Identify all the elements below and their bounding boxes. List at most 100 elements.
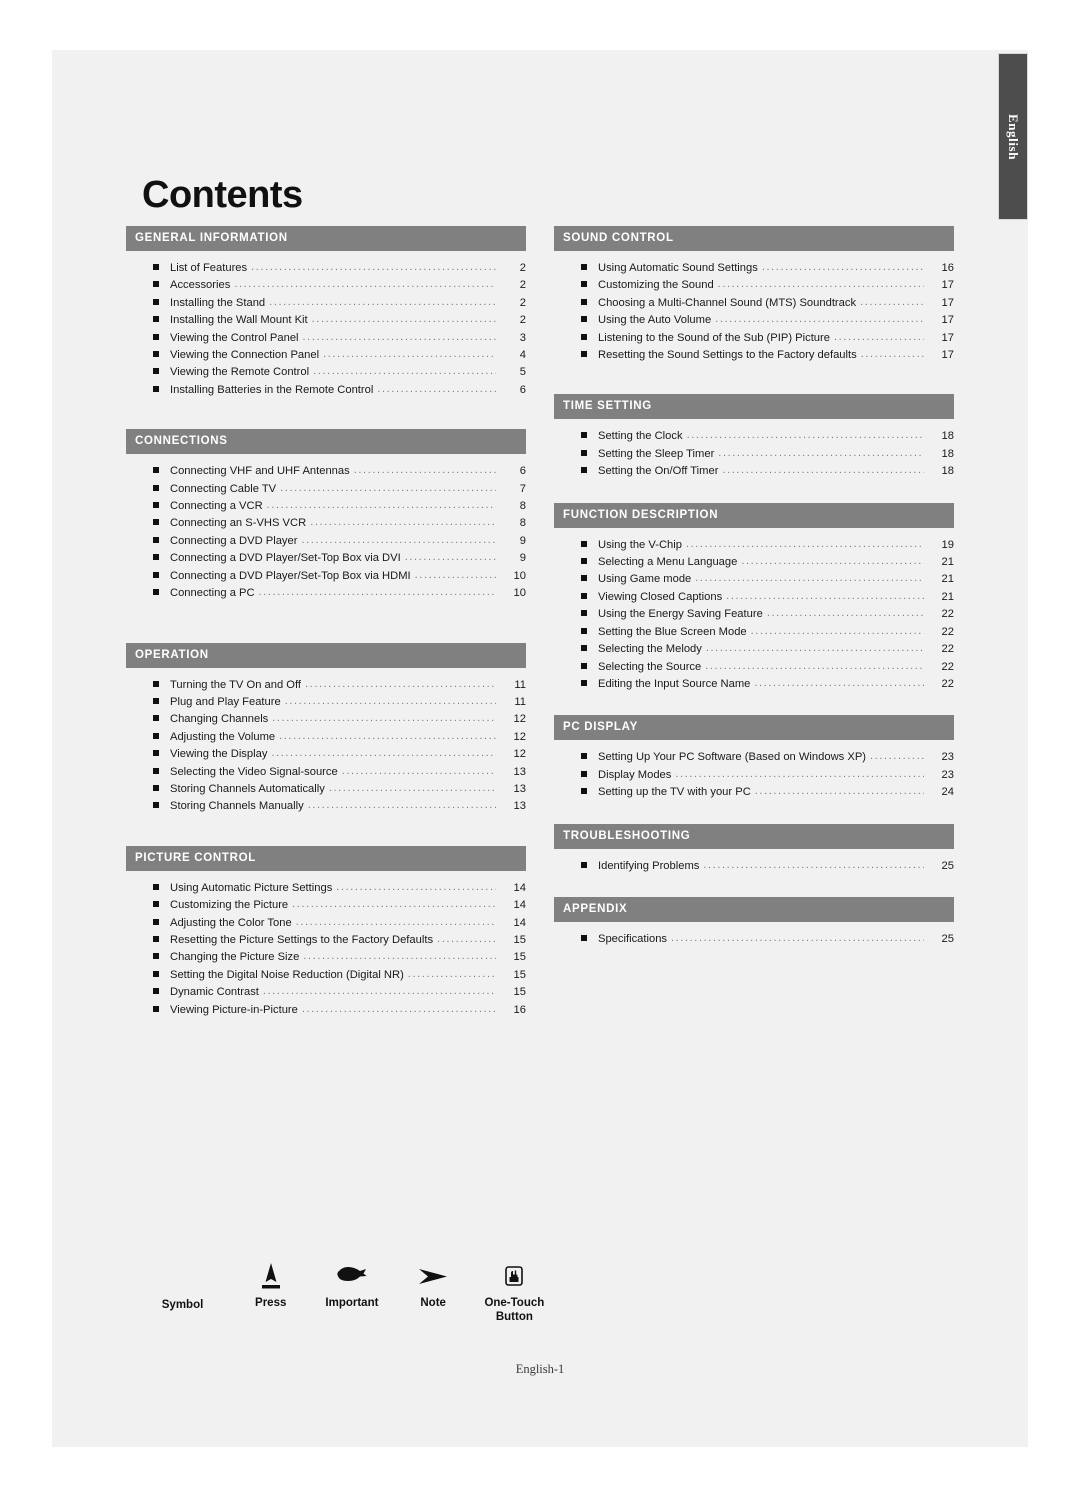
square-bullet-icon [581,627,587,634]
toc-item[interactable]: Selecting the Video Signal-source.......… [126,764,526,781]
toc-section: APPENDIX Specifications..................… [554,896,954,948]
toc-item[interactable]: Specifications..........................… [554,931,954,948]
toc-item[interactable]: Turning the TV On and Off...............… [126,677,526,694]
toc-item-label: Resetting the Picture Settings to the Fa… [170,933,434,946]
toc-item[interactable]: Dynamic Contrast........................… [126,984,526,1001]
toc-item[interactable]: Resetting the Sound Settings to the Fact… [554,347,954,364]
toc-item-page-number: 5 [519,366,526,379]
toc-item[interactable]: Connecting a PC.........................… [126,585,526,602]
toc-item[interactable]: Editing the Input Source Name...........… [554,676,954,693]
toc-item[interactable]: Storing Channels Manually...............… [126,798,526,815]
toc-leader-dots: ........................................… [292,898,496,911]
square-bullet-icon [153,264,159,270]
toc-item-page-number: 16 [513,1003,526,1016]
toc-item[interactable]: Adjusting the Volume....................… [126,729,526,746]
toc-item[interactable]: Setting the Digital Noise Reduction (Dig… [126,967,526,984]
toc-item-page-number: 13 [513,800,526,813]
toc-item[interactable]: Using the V-Chip........................… [554,537,954,554]
toc-item-page-number: 4 [519,349,526,362]
toc-item[interactable]: Adjusting the Color Tone................… [126,915,526,932]
toc-item[interactable]: Selecting a Menu Language...............… [554,554,954,571]
toc-item-list: Identifying Problems....................… [554,849,954,875]
toc-item-page-number: 17 [941,296,954,309]
square-bullet-icon [581,264,587,270]
square-bullet-icon [153,901,159,908]
toc-item[interactable]: Choosing a Multi-Channel Sound (MTS) Sou… [554,295,954,312]
toc-item[interactable]: Viewing Picture-in-Picture..............… [126,1002,526,1019]
toc-item-label: Specifications [598,932,668,945]
toc-item[interactable]: Listening to the Sound of the Sub (PIP) … [554,330,954,347]
toc-item-list: Specifications..........................… [554,922,954,948]
toc-section-header: TIME SETTING [554,394,954,420]
toc-item[interactable]: Plug and Play Feature...................… [126,694,526,711]
toc-item-label: Setting the Sleep Timer [598,447,715,460]
toc-item[interactable]: Changing the Picture Size...............… [126,949,526,966]
toc-section-header: TROUBLESHOOTING [554,823,954,849]
language-side-tab-label: English [1006,113,1021,160]
toc-item[interactable]: Viewing the Remote Control..............… [126,364,526,381]
toc-item[interactable]: Using Game mode.........................… [554,571,954,588]
toc-item[interactable]: Connecting VHF and UHF Antennas.........… [126,463,526,480]
toc-item[interactable]: Display Modes...........................… [554,767,954,784]
toc-item-list: Connecting VHF and UHF Antennas.........… [126,454,526,602]
toc-item[interactable]: Connecting a DVD Player/Set-Top Box via … [126,568,526,585]
toc-item[interactable]: Setting up the TV with your PC..........… [554,784,954,801]
toc-item-page-number: 23 [941,768,954,781]
toc-item[interactable]: Using Automatic Sound Settings..........… [554,260,954,277]
toc-item[interactable]: Accessories.............................… [126,277,526,294]
toc-item[interactable]: Using Automatic Picture Settings........… [126,880,526,897]
toc-item[interactable]: Setting the On/Off Timer................… [554,463,954,480]
square-bullet-icon [153,935,159,942]
square-bullet-icon [581,298,587,305]
toc-item[interactable]: Using the Energy Saving Feature.........… [554,606,954,623]
legend-entry-one-touch: One-Touch Button [474,1258,555,1324]
square-bullet-icon [153,368,159,375]
toc-item[interactable]: Viewing the Display.....................… [126,746,526,763]
toc-item[interactable]: Resetting the Picture Settings to the Fa… [126,932,526,949]
toc-item-list: Setting the Clock.......................… [554,419,954,480]
toc-item[interactable]: Setting the Sleep Timer.................… [554,446,954,463]
toc-item[interactable]: Identifying Problems....................… [554,858,954,875]
toc-item[interactable]: Connecting Cable TV.....................… [126,481,526,498]
toc-leader-dots: ........................................… [336,880,496,893]
toc-item[interactable]: Setting the Blue Screen Mode............… [554,624,954,641]
toc-item[interactable]: Customizing the Picture.................… [126,897,526,914]
toc-item-page-number: 7 [519,482,526,495]
toc-item[interactable]: Connecting a DVD Player/Set-Top Box via … [126,550,526,567]
toc-item[interactable]: Setting Up Your PC Software (Based on Wi… [554,749,954,766]
toc-item[interactable]: List of Features........................… [126,260,526,277]
toc-item-label: Viewing the Control Panel [170,331,299,344]
toc-item-label: Setting Up Your PC Software (Based on Wi… [598,751,867,764]
toc-section-header: FUNCTION DESCRIPTION [554,502,954,528]
toc-item[interactable]: Viewing the Connection Panel............… [126,347,526,364]
toc-item[interactable]: Using the Auto Volume...................… [554,312,954,329]
toc-item[interactable]: Installing the Wall Mount Kit...........… [126,312,526,329]
toc-item-page-number: 23 [941,751,954,764]
toc-item[interactable]: Viewing Closed Captions.................… [554,589,954,606]
toc-item[interactable]: Installing Batteries in the Remote Contr… [126,382,526,399]
square-bullet-icon [153,502,159,509]
toc-item[interactable]: Customizing the Sound...................… [554,277,954,294]
square-bullet-icon [153,697,159,704]
toc-item[interactable]: Setting the Clock.......................… [554,428,954,445]
toc-item[interactable]: Connecting a DVD Player.................… [126,533,526,550]
toc-item-page-number: 6 [519,465,526,478]
square-bullet-icon [581,432,587,439]
toc-item[interactable]: Changing Channels.......................… [126,711,526,728]
toc-leader-dots: ........................................… [705,642,924,655]
toc-item[interactable]: Viewing the Control Panel...............… [126,330,526,347]
toc-section-header: GENERAL INFORMATION [126,226,526,251]
toc-item[interactable]: Storing Channels Automatically..........… [126,781,526,798]
toc-left-column: GENERAL INFORMATION List of Features.....… [126,226,526,1019]
toc-item[interactable]: Connecting a VCR........................… [126,498,526,515]
square-bullet-icon [581,770,587,777]
toc-item[interactable]: Selecting the Melody....................… [554,641,954,658]
toc-item[interactable]: Connecting an S-VHS VCR.................… [126,515,526,532]
square-bullet-icon [153,953,159,960]
toc-leader-dots: ........................................… [833,330,924,343]
toc-item[interactable]: Selecting the Source....................… [554,659,954,676]
press-triangle-icon [230,1258,311,1292]
toc-section-header: OPERATION [126,642,526,668]
toc-item[interactable]: Installing the Stand....................… [126,295,526,312]
